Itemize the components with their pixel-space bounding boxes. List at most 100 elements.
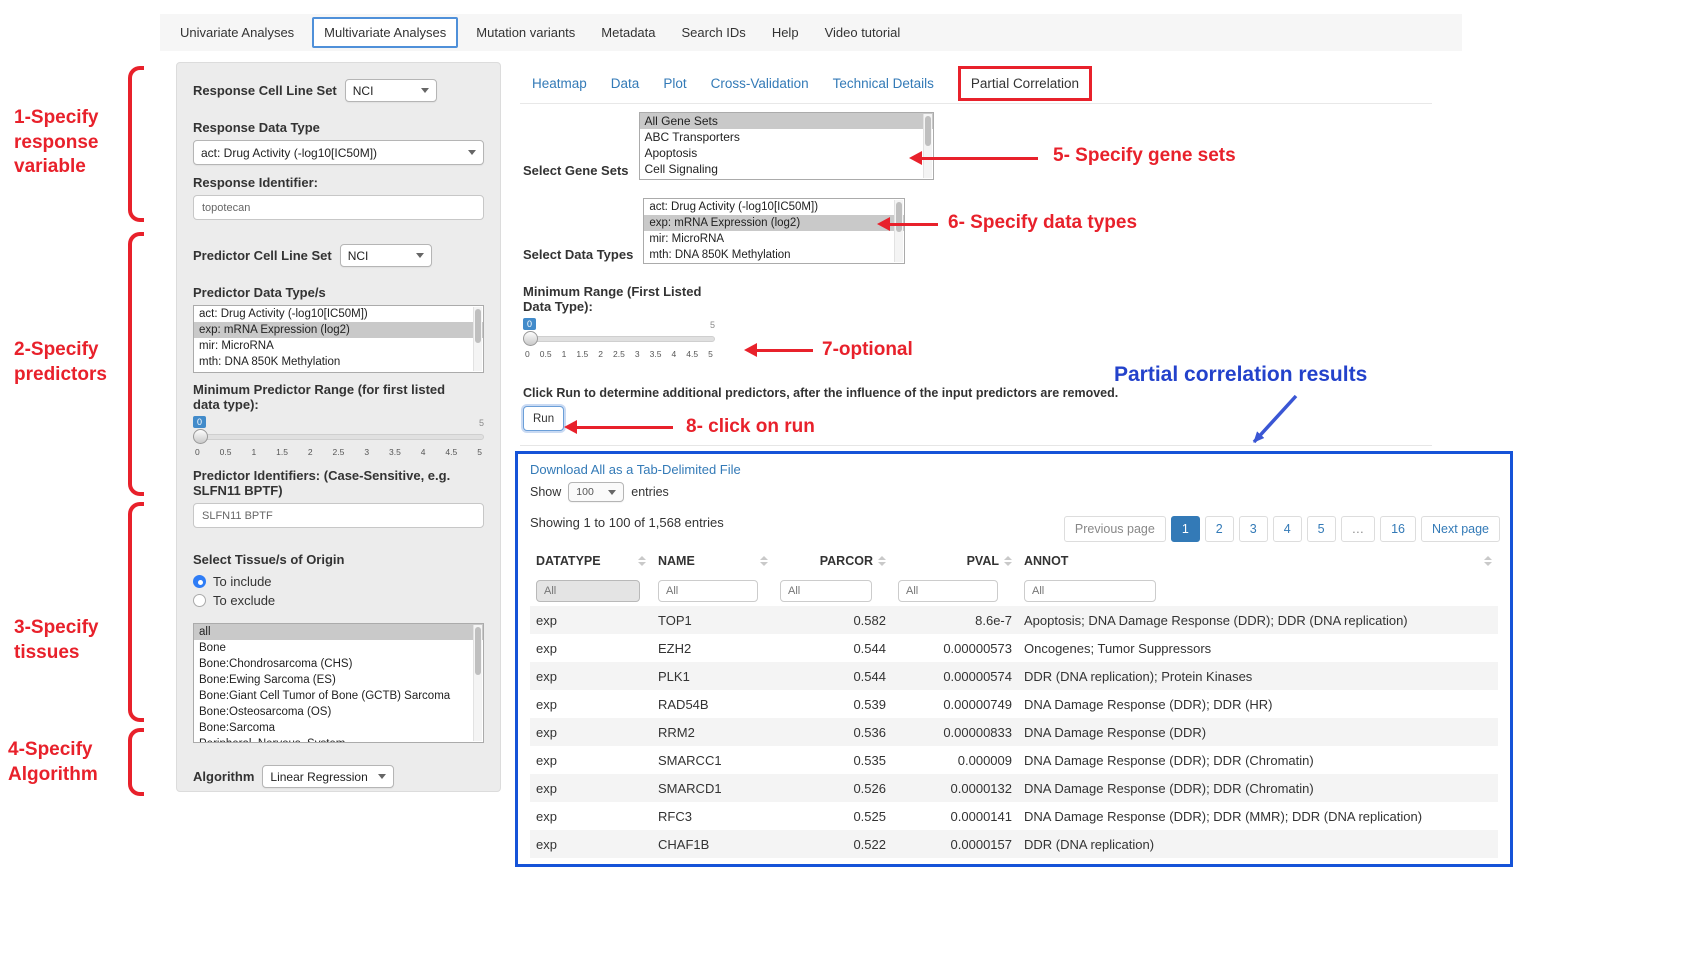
listbox-option[interactable]: Bone <box>194 640 483 656</box>
filter-parcor-input[interactable] <box>780 580 872 602</box>
listbox-option[interactable]: Bone:Osteosarcoma (OS) <box>194 704 483 720</box>
slider-track[interactable] <box>193 434 484 440</box>
cell-datatype: exp <box>530 830 652 858</box>
sort-icon <box>638 556 646 566</box>
table-row: exp EZH2 0.544 0.00000573 Oncogenes; Tum… <box>530 634 1498 662</box>
nav-tab-univariate-analyses[interactable]: Univariate Analyses <box>172 18 302 47</box>
sort-icon <box>878 556 886 566</box>
previous-page-button[interactable]: Previous page <box>1064 516 1166 542</box>
tissue-listbox[interactable]: all Bone Bone:Chondrosarcoma (CHS) Bone:… <box>193 623 484 743</box>
column-header-pval[interactable]: PVAL <box>892 546 1018 576</box>
slider-handle[interactable] <box>193 429 208 444</box>
column-header-name[interactable]: NAME <box>652 546 774 576</box>
nav-tab-search-ids[interactable]: Search IDs <box>674 18 754 47</box>
nav-tab-metadata[interactable]: Metadata <box>593 18 663 47</box>
page-length-select[interactable]: 100 <box>568 482 624 502</box>
tab-technical-details[interactable]: Technical Details <box>833 76 934 91</box>
min-range-slider[interactable]: 0 5 00.511.522.533.544.55 <box>523 318 715 362</box>
listbox-option[interactable]: act: Drug Activity (-log10[IC50M]) <box>644 199 904 215</box>
tab-heatmap[interactable]: Heatmap <box>532 76 587 91</box>
table-row: exp RAD54B 0.539 0.00000749 DNA Damage R… <box>530 690 1498 718</box>
listbox-option[interactable]: Cell Signaling <box>640 161 933 177</box>
nav-tab-video-tutorial[interactable]: Video tutorial <box>817 18 909 47</box>
scrollbar[interactable] <box>473 625 482 741</box>
listbox-option[interactable]: Bone:Sarcoma <box>194 720 483 736</box>
listbox-option[interactable]: Bone:Giant Cell Tumor of Bone (GCTB) Sar… <box>194 688 483 704</box>
listbox-option[interactable]: Peripheral_Nervous_System <box>194 736 483 743</box>
slider-max-label: 5 <box>479 418 484 428</box>
response-cell-line-set-select[interactable]: NCI <box>345 79 437 102</box>
cell-annot: DNA Damage Response (DDR); DDR (Chromati… <box>1018 746 1498 774</box>
listbox-option[interactable]: mth: DNA 850K Methylation <box>194 354 483 370</box>
column-header-datatype[interactable]: DATATYPE <box>530 546 652 576</box>
cell-annot: DDR (DNA replication) <box>1018 830 1498 858</box>
data-types-listbox[interactable]: act: Drug Activity (-log10[IC50M]) exp: … <box>643 198 905 264</box>
tissue-exclude-radio[interactable]: To exclude <box>193 591 484 610</box>
sidebar-form: Response Cell Line Set NCI Response Data… <box>176 62 501 792</box>
listbox-option[interactable]: mir: MicroRNA <box>194 338 483 354</box>
chevron-down-icon <box>468 150 476 155</box>
listbox-option[interactable]: mth: DNA 850K Methylation <box>644 247 904 263</box>
nav-tab-multivariate-analyses[interactable]: Multivariate Analyses <box>312 17 458 48</box>
listbox-option[interactable]: Bone:Ewing Sarcoma (ES) <box>194 672 483 688</box>
slider-track[interactable] <box>523 336 715 342</box>
annotation-label-5: 5- Specify gene sets <box>1053 144 1236 169</box>
predictor-data-types-listbox[interactable]: act: Drug Activity (-log10[IC50M]) exp: … <box>193 305 484 373</box>
listbox-option-selected[interactable]: exp: mRNA Expression (log2) <box>644 215 904 231</box>
nav-tab-help[interactable]: Help <box>764 18 807 47</box>
chevron-down-icon <box>421 88 429 93</box>
filter-pval-input[interactable] <box>898 580 998 602</box>
listbox-option-selected[interactable]: All Gene Sets <box>640 113 933 129</box>
listbox-option[interactable]: Bone:Chondrosarcoma (CHS) <box>194 656 483 672</box>
cell-parcor: 0.522 <box>774 830 892 858</box>
algorithm-label: Algorithm <box>193 769 254 784</box>
tab-data[interactable]: Data <box>611 76 640 91</box>
gene-sets-listbox[interactable]: All Gene Sets ABC Transporters Apoptosis… <box>639 112 934 180</box>
listbox-option[interactable]: Apoptosis <box>640 145 933 161</box>
filter-annot-input[interactable] <box>1024 580 1156 602</box>
next-page-button[interactable]: Next page <box>1421 516 1500 542</box>
listbox-option[interactable]: ABC Transporters <box>640 129 933 145</box>
listbox-option[interactable]: act: Drug Activity (-log10[IC50M]) <box>194 306 483 322</box>
page-button-1[interactable]: 1 <box>1171 516 1200 542</box>
page-button-4[interactable]: 4 <box>1273 516 1302 542</box>
scrollbar-thumb[interactable] <box>896 202 902 232</box>
run-button[interactable]: Run <box>523 406 564 431</box>
scrollbar-thumb[interactable] <box>925 116 931 146</box>
listbox-option[interactable]: mir: MicroRNA <box>644 231 904 247</box>
tissue-include-radio[interactable]: To include <box>193 572 484 591</box>
cell-parcor: 0.526 <box>774 774 892 802</box>
page-button-2[interactable]: 2 <box>1205 516 1234 542</box>
cell-pval: 0.0000141 <box>892 802 1018 830</box>
response-data-type-select[interactable]: act: Drug Activity (-log10[IC50M]) <box>193 140 484 165</box>
download-link[interactable]: Download All as a Tab-Delimited File <box>530 462 741 477</box>
scrollbar[interactable] <box>894 200 903 262</box>
filter-name-input[interactable] <box>658 580 758 602</box>
column-header-annot[interactable]: ANNOT <box>1018 546 1498 576</box>
tab-plot[interactable]: Plot <box>663 76 686 91</box>
response-identifier-input[interactable] <box>193 195 484 220</box>
tab-partial-correlation[interactable]: Partial Correlation <box>958 66 1092 101</box>
page-button-5[interactable]: 5 <box>1307 516 1336 542</box>
min-predictor-range-slider[interactable]: 0 5 00.511.522.533.544.55 <box>193 416 484 460</box>
slider-handle[interactable] <box>523 331 538 346</box>
scrollbar[interactable] <box>473 307 482 371</box>
gene-sets-field: Select Gene Sets All Gene Sets ABC Trans… <box>523 112 934 180</box>
column-header-parcor[interactable]: PARCOR <box>774 546 892 576</box>
listbox-option-selected[interactable]: all <box>194 624 483 640</box>
predictor-cell-line-set-select[interactable]: NCI <box>340 244 432 267</box>
algorithm-select[interactable]: Linear Regression <box>262 765 394 788</box>
table-row: exp RFC3 0.525 0.0000141 DNA Damage Resp… <box>530 802 1498 830</box>
scrollbar-thumb[interactable] <box>475 309 481 343</box>
nav-tab-mutation-variants[interactable]: Mutation variants <box>468 18 583 47</box>
response-cell-line-set-value: NCI <box>353 84 374 98</box>
tab-cross-validation[interactable]: Cross-Validation <box>711 76 809 91</box>
predictor-identifiers-input[interactable] <box>193 503 484 528</box>
scrollbar[interactable] <box>923 114 932 178</box>
filter-datatype-input[interactable] <box>536 580 640 602</box>
listbox-option-selected[interactable]: exp: mRNA Expression (log2) <box>194 322 483 338</box>
page-button-16[interactable]: 16 <box>1380 516 1416 542</box>
page-button-3[interactable]: 3 <box>1239 516 1268 542</box>
scrollbar-thumb[interactable] <box>475 627 481 675</box>
algorithm-value: Linear Regression <box>270 770 367 784</box>
